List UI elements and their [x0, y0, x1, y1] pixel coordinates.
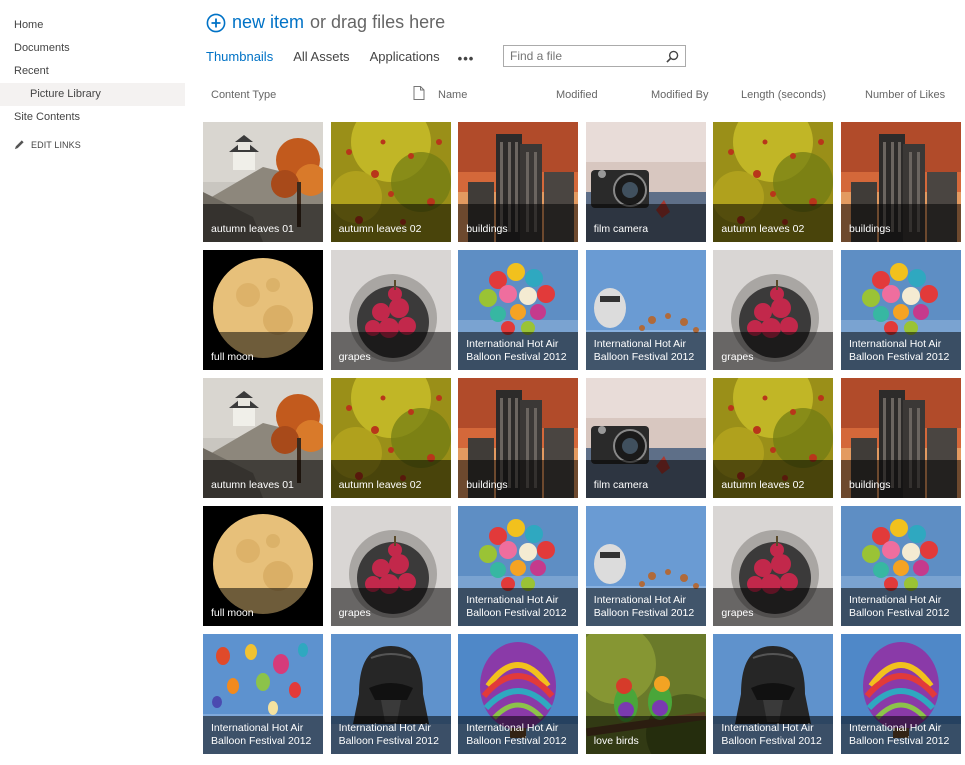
thumbnail-caption: autumn leaves 02 — [330, 204, 451, 242]
thumbnail-tile[interactable]: full moon — [203, 506, 323, 626]
column-modified[interactable]: Modified — [556, 89, 598, 101]
thumbnail-tile[interactable]: buildings — [841, 378, 961, 498]
new-item-bar: new item or drag files here — [206, 12, 445, 33]
nav-item-recent[interactable]: Recent — [0, 60, 185, 83]
thumbnail-tile[interactable]: International Hot Air Balloon Festival 2… — [841, 506, 961, 626]
thumbnail-caption: film camera — [585, 460, 706, 498]
thumbnail-caption: autumn leaves 01 — [203, 204, 323, 242]
thumbnail-tile[interactable]: International Hot Air Balloon Festival 2… — [330, 634, 451, 754]
thumbnail-tile[interactable]: grapes — [330, 250, 451, 370]
thumbnail-tile[interactable]: buildings — [458, 378, 579, 498]
thumbnail-tile[interactable]: film camera — [585, 122, 706, 242]
view-thumbnails[interactable]: Thumbnails — [206, 49, 273, 67]
thumbnail-tile[interactable]: autumn leaves 01 — [203, 378, 323, 498]
thumbnail-tile[interactable]: buildings — [458, 122, 579, 242]
thumbnail-tile[interactable]: International Hot Air Balloon Festival 2… — [841, 250, 961, 370]
thumbnail-tile[interactable]: autumn leaves 02 — [713, 378, 834, 498]
thumbnail-caption: film camera — [585, 204, 706, 242]
nav-item-home[interactable]: Home — [0, 14, 185, 37]
thumbnail-caption: buildings — [841, 460, 961, 498]
thumbnail-caption: autumn leaves 02 — [713, 460, 834, 498]
view-selector: Thumbnails All Assets Applications ••• — [206, 49, 474, 67]
column-number-of-likes[interactable]: Number of Likes — [865, 89, 945, 101]
thumbnail-caption: grapes — [713, 332, 834, 370]
edit-links-label: EDIT LINKS — [31, 139, 81, 150]
thumbnail-caption: buildings — [458, 204, 579, 242]
file-type-icon — [413, 86, 425, 100]
thumbnail-tile[interactable]: autumn leaves 01 — [203, 122, 323, 242]
thumbnail-tile[interactable]: International Hot Air Balloon Festival 2… — [458, 250, 579, 370]
thumbnail-tile[interactable]: International Hot Air Balloon Festival 2… — [458, 634, 579, 754]
add-circle-icon[interactable] — [206, 13, 226, 33]
edit-links-button[interactable]: EDIT LINKS — [0, 139, 185, 150]
thumbnail-caption: grapes — [330, 332, 451, 370]
thumbnail-tile[interactable]: film camera — [585, 378, 706, 498]
thumbnail-tile[interactable]: International Hot Air Balloon Festival 2… — [458, 506, 579, 626]
thumbnail-tile[interactable]: International Hot Air Balloon Festival 2… — [585, 250, 706, 370]
thumbnail-caption: International Hot Air Balloon Festival 2… — [585, 332, 706, 370]
thumbnail-caption: autumn leaves 02 — [330, 460, 451, 498]
thumbnail-tile[interactable]: grapes — [330, 506, 451, 626]
thumbnail-caption: International Hot Air Balloon Festival 2… — [841, 332, 961, 370]
nav-item-site-contents[interactable]: Site Contents — [0, 106, 185, 129]
thumbnail-tile[interactable]: full moon — [203, 250, 323, 370]
nav-item-documents[interactable]: Documents — [0, 37, 185, 60]
thumbnail-tile[interactable]: buildings — [841, 122, 961, 242]
thumbnail-tile[interactable]: autumn leaves 02 — [713, 122, 834, 242]
thumbnail-caption: autumn leaves 01 — [203, 460, 323, 498]
column-headers: Content Type Name Modified Modified By L… — [0, 86, 965, 105]
drag-files-text: or drag files here — [310, 12, 446, 32]
view-applications[interactable]: Applications — [370, 49, 440, 67]
thumbnail-tile[interactable]: grapes — [713, 506, 834, 626]
thumbnail-caption: full moon — [203, 332, 323, 370]
thumbnail-tile[interactable]: International Hot Air Balloon Festival 2… — [841, 634, 961, 754]
thumbnail-caption: International Hot Air Balloon Festival 2… — [458, 588, 579, 626]
thumbnail-tile[interactable]: grapes — [713, 250, 834, 370]
search-icon[interactable] — [666, 50, 679, 63]
thumbnail-caption: International Hot Air Balloon Festival 2… — [203, 716, 323, 754]
thumbnail-caption: love birds — [585, 716, 706, 754]
column-content-type[interactable]: Content Type — [211, 89, 276, 101]
thumbnail-caption: International Hot Air Balloon Festival 2… — [841, 716, 961, 754]
thumbnail-tile[interactable]: International Hot Air Balloon Festival 2… — [713, 634, 834, 754]
thumbnail-caption: International Hot Air Balloon Festival 2… — [458, 332, 579, 370]
thumbnail-caption: grapes — [330, 588, 451, 626]
thumbnail-caption: buildings — [458, 460, 579, 498]
search-input[interactable] — [504, 48, 662, 64]
thumbnail-tile[interactable]: International Hot Air Balloon Festival 2… — [203, 634, 323, 754]
pencil-icon — [14, 140, 24, 150]
thumbnail-caption: grapes — [713, 588, 834, 626]
more-views-button[interactable]: ••• — [458, 51, 475, 66]
column-modified-by[interactable]: Modified By — [651, 89, 708, 101]
thumbnail-caption: International Hot Air Balloon Festival 2… — [330, 716, 451, 754]
thumbnail-caption: International Hot Air Balloon Festival 2… — [458, 716, 579, 754]
search-box — [503, 45, 686, 67]
column-name[interactable]: Name — [438, 89, 467, 101]
left-navigation: Home Documents Recent Picture Library Si… — [0, 14, 185, 150]
thumbnail-tile[interactable]: autumn leaves 02 — [330, 378, 451, 498]
thumbnail-caption: International Hot Air Balloon Festival 2… — [713, 716, 834, 754]
thumbnail-tile[interactable]: love birds — [585, 634, 706, 754]
new-item-link[interactable]: new item — [232, 12, 304, 33]
thumbnail-caption: International Hot Air Balloon Festival 2… — [585, 588, 706, 626]
thumbnail-caption: International Hot Air Balloon Festival 2… — [841, 588, 961, 626]
view-all-assets[interactable]: All Assets — [293, 49, 349, 67]
column-length[interactable]: Length (seconds) — [741, 89, 826, 101]
thumbnail-caption: full moon — [203, 588, 323, 626]
thumbnail-caption: autumn leaves 02 — [713, 204, 834, 242]
thumbnail-tile[interactable]: autumn leaves 02 — [330, 122, 451, 242]
thumbnail-caption: buildings — [841, 204, 961, 242]
thumbnail-tile[interactable]: International Hot Air Balloon Festival 2… — [585, 506, 706, 626]
